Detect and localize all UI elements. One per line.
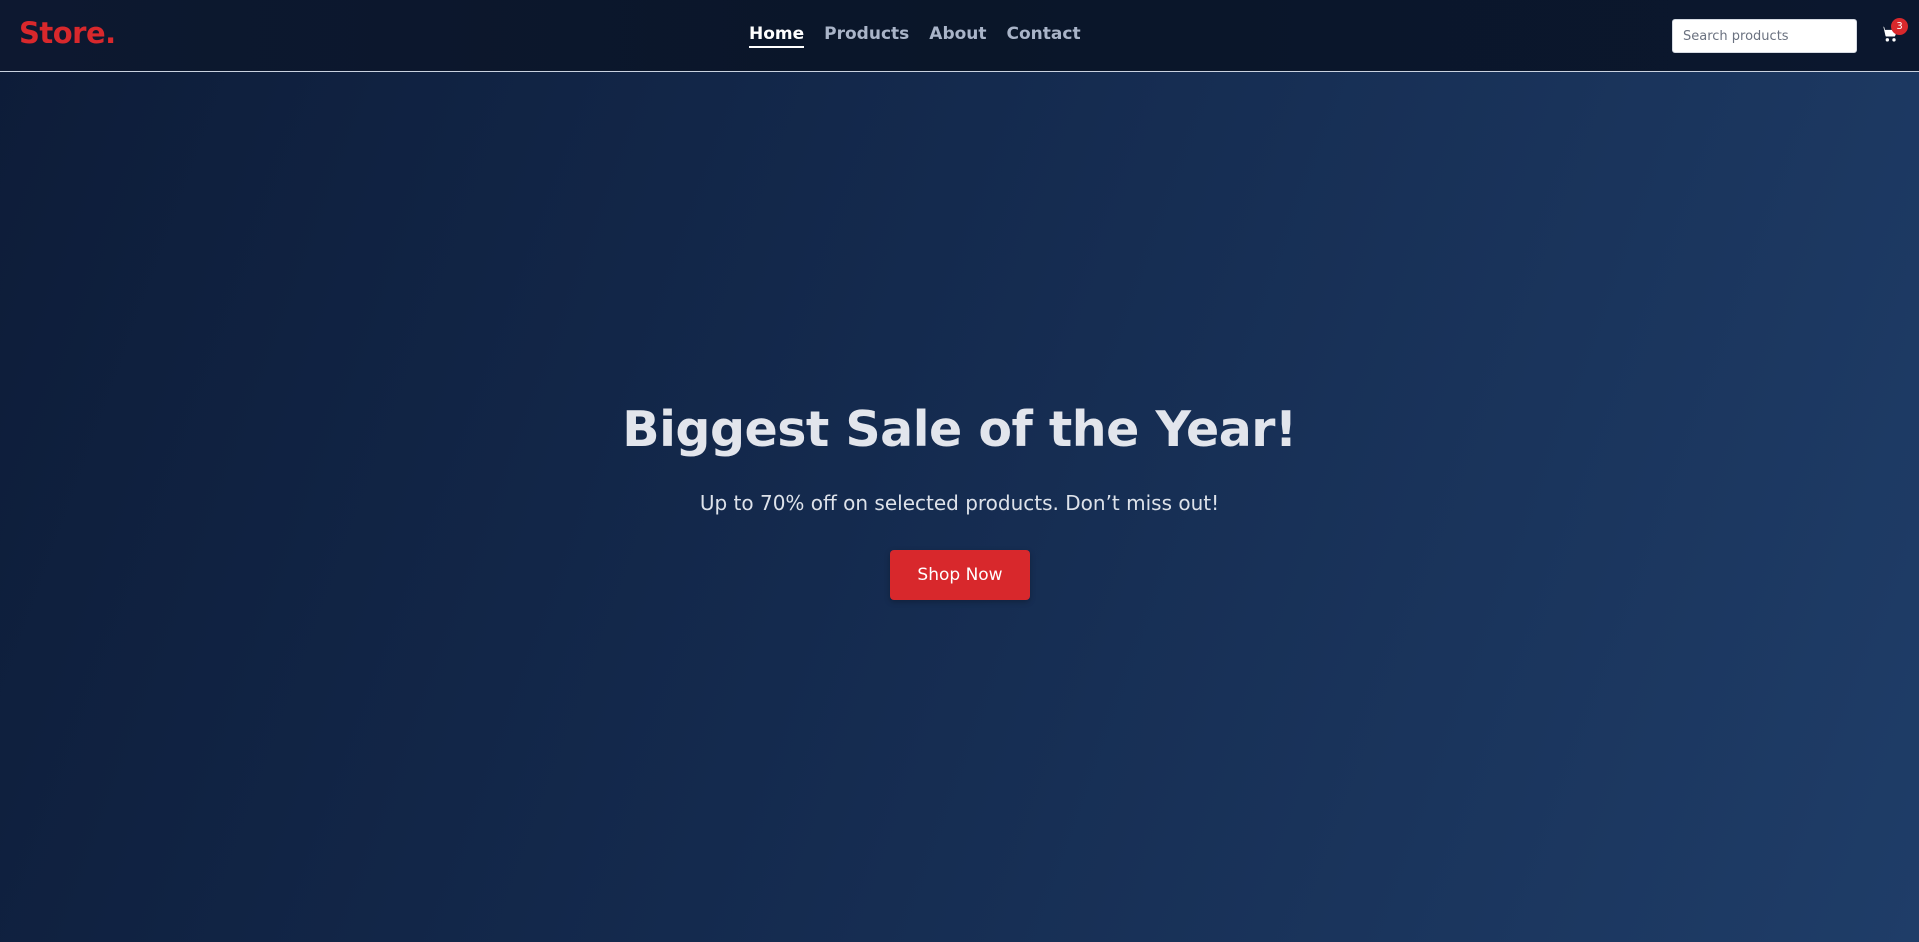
hero-title: Biggest Sale of the Year! <box>622 401 1297 458</box>
top-navbar: Store. Home Products About Contact 3 <box>0 0 1919 72</box>
nav-link-products[interactable]: Products <box>824 24 909 48</box>
search-input[interactable] <box>1672 19 1857 53</box>
nav-link-home[interactable]: Home <box>749 24 805 48</box>
store-logo[interactable]: Store. <box>19 16 116 50</box>
cart-count-badge: 3 <box>1891 18 1908 35</box>
shop-now-button[interactable]: Shop Now <box>890 550 1030 600</box>
nav-link-about[interactable]: About <box>929 24 986 48</box>
hero-banner: Biggest Sale of the Year! Up to 70% off … <box>0 73 1919 942</box>
hero-subtitle: Up to 70% off on selected products. Don’… <box>699 491 1220 515</box>
cart-button[interactable]: 3 <box>1879 18 1908 46</box>
main-nav: Home Products About Contact <box>749 24 1081 48</box>
nav-link-contact[interactable]: Contact <box>1007 24 1081 48</box>
